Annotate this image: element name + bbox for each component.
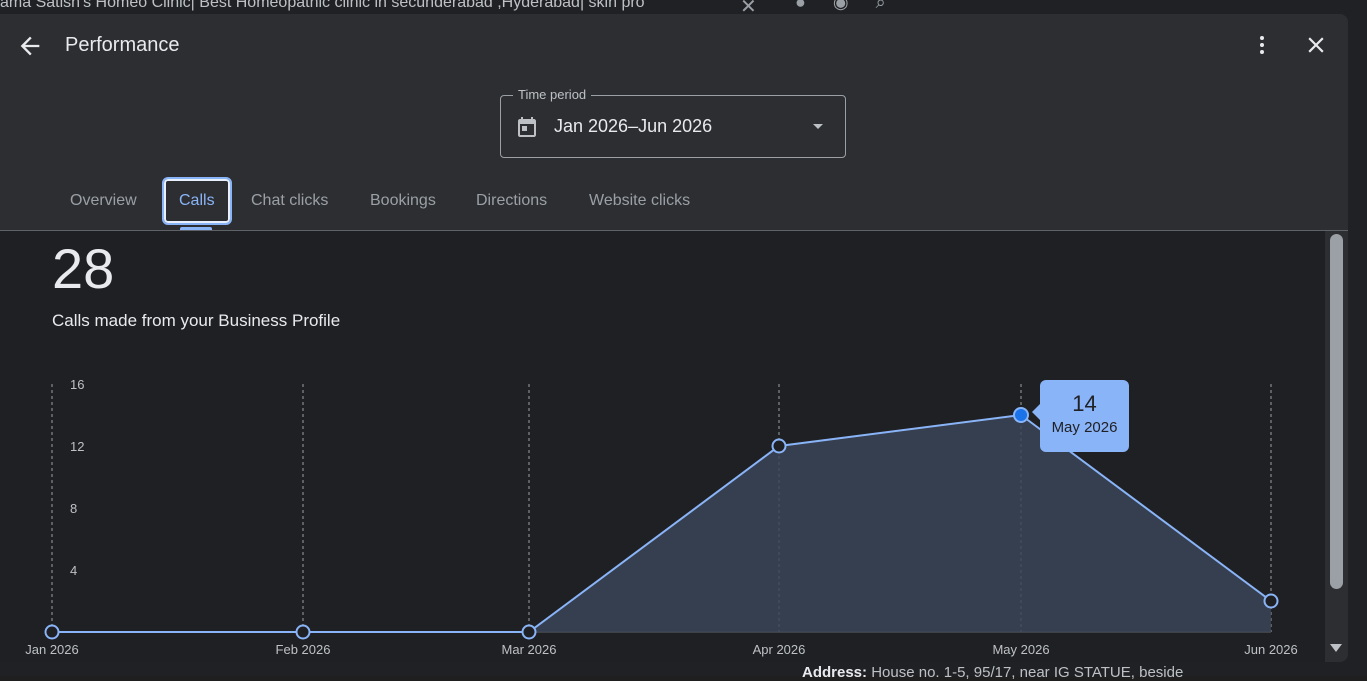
x-tick-label-5: Jun 2026 xyxy=(1244,642,1298,657)
x-tick-label-2: Mar 2026 xyxy=(502,642,557,657)
tooltip-value: 14 xyxy=(1072,391,1097,416)
background-address-label: Address: xyxy=(802,664,868,681)
y-tick-label-0: 4 xyxy=(70,563,77,578)
calls-chart: 4 8 12 16 Jan 2026 Feb 2026 Mar 2026 Apr 2026 Ma… xyxy=(25,377,1298,657)
data-point-2 xyxy=(521,624,537,640)
data-point-4 xyxy=(1013,407,1029,423)
x-tick-label-4: May 2026 xyxy=(992,642,1049,657)
background-address: Address: House no. 1-5, 95/17, near IG S… xyxy=(802,664,1183,681)
background-toolbar: ● ◉ ⌕ xyxy=(795,0,908,13)
scrollbar-thumb[interactable] xyxy=(1330,234,1343,589)
scroll-down-icon[interactable] xyxy=(1328,642,1344,654)
data-point-0 xyxy=(44,624,60,640)
background-address-value: House no. 1-5, 95/17, near IG STATUE, be… xyxy=(871,664,1184,681)
mic-icon[interactable]: ● xyxy=(795,0,806,12)
chart-tooltip: 14 May 2026 xyxy=(1032,380,1129,452)
x-tick-label-3: Apr 2026 xyxy=(753,642,806,657)
y-tick-label-1: 8 xyxy=(70,501,77,516)
x-tick-label-1: Feb 2026 xyxy=(276,642,331,657)
performance-dialog: Performance Time period Jan 2026–Jun 202… xyxy=(0,14,1348,662)
lens-icon[interactable]: ◉ xyxy=(833,0,849,12)
data-point-1 xyxy=(295,624,311,640)
y-tick-label-3: 16 xyxy=(70,377,84,392)
search-icon[interactable]: ⌕ xyxy=(876,0,886,12)
y-tick-label-2: 12 xyxy=(70,439,84,454)
tooltip-label: May 2026 xyxy=(1051,419,1118,436)
x-tick-label-0: Jan 2026 xyxy=(25,642,79,657)
data-point-5 xyxy=(1263,593,1279,609)
data-point-3 xyxy=(771,438,787,454)
